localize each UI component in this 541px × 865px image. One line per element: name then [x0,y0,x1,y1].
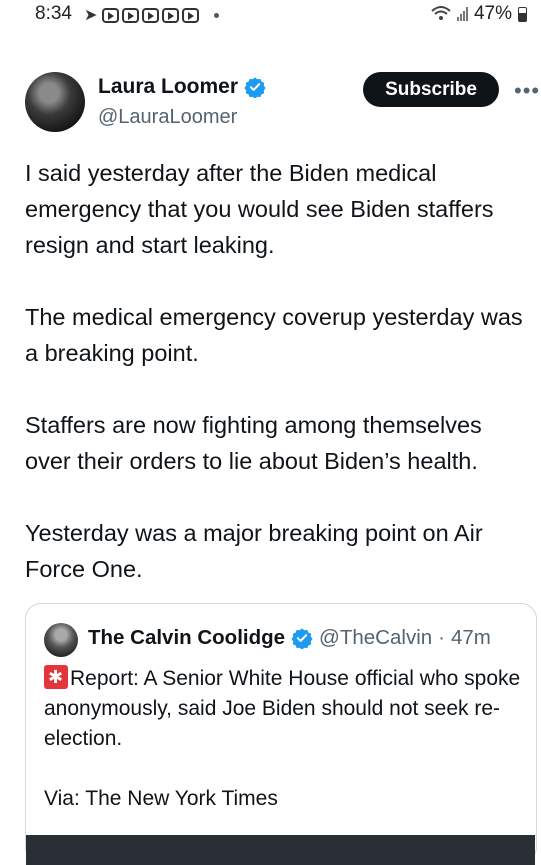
status-time: 8:34 [35,3,72,24]
verified-icon [244,77,266,98]
verified-icon [291,628,313,649]
tweet-paragraph: The medical emergency coverup yesterday … [25,304,523,366]
battery-percent: 47% [473,3,512,24]
youtube-icon [122,7,140,23]
quote-text: Report: A Senior White House official wh… [44,664,524,844]
wifi-icon [431,5,451,24]
siren-icon [44,665,68,689]
author-name[interactable]: Laura Loomer [98,75,238,99]
author-name-row[interactable]: Laura Loomer [98,75,266,99]
quote-author-name: The Calvin Coolidge [88,626,286,649]
tweet-text: I said yesterday after the Biden medical… [25,155,530,623]
more-notifications-dot [214,12,220,18]
subscribe-button[interactable]: Subscribe [363,72,499,107]
quote-source-text: Via: The New York Times [44,787,278,810]
quoted-tweet[interactable]: The Calvin Coolidge @TheCalvin · 47m Rep… [25,603,537,865]
notification-icons: ➤ [84,5,220,25]
author-avatar[interactable] [25,72,85,132]
youtube-icon [142,7,160,23]
more-icon[interactable]: ••• [514,78,540,104]
battery-icon [518,6,527,22]
youtube-icon [162,7,180,23]
quote-author-avatar [44,623,78,657]
quote-paragraph: Report: A Senior White House official wh… [44,664,524,754]
quote-report-text: Report: A Senior White House official wh… [44,667,521,750]
author-handle[interactable]: @LauraLoomer [98,106,237,129]
quote-author-handle: @TheCalvin [319,626,433,649]
youtube-icon [182,7,200,23]
tweet-paragraph: Yesterday was a major breaking point on … [25,520,483,582]
quote-header: The Calvin Coolidge @TheCalvin · 47m [88,626,528,650]
quote-media-preview[interactable] [26,835,535,865]
signal-icon [456,7,468,21]
youtube-icon [102,7,120,23]
quote-separator: · [438,626,445,649]
tweet-paragraph: I said yesterday after the Biden medical… [25,160,494,258]
status-bar: 8:34 ➤ 47% [0,0,541,28]
quote-timestamp: 47m [450,626,491,649]
tweet-paragraph: Staffers are now fighting among themselv… [25,412,482,474]
send-icon: ➤ [84,7,98,24]
system-icons: 47% [431,3,527,25]
